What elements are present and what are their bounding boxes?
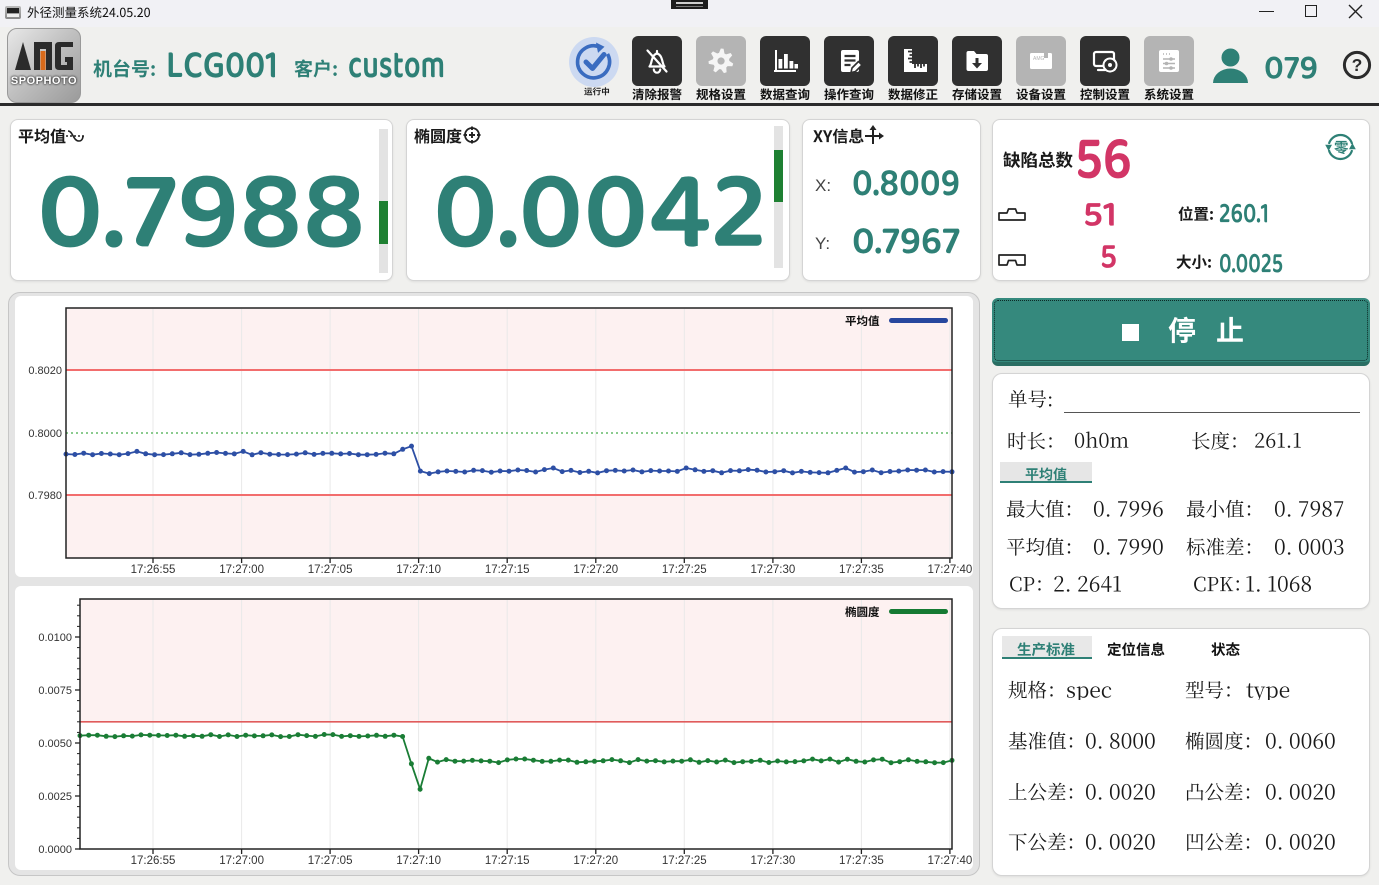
svg-text:0.7980: 0.7980 <box>28 490 62 502</box>
svg-text:?: ? <box>1352 55 1363 75</box>
svg-text:17:27:25: 17:27:25 <box>662 855 707 867</box>
svg-text:0.0050: 0.0050 <box>38 738 72 750</box>
svg-text:17:27:35: 17:27:35 <box>839 855 884 867</box>
svg-text:17:27:35: 17:27:35 <box>839 564 884 576</box>
svg-text:17:26:55: 17:26:55 <box>131 564 176 576</box>
svg-text:17:27:15: 17:27:15 <box>485 564 530 576</box>
svg-text:17:27:00: 17:27:00 <box>219 855 264 867</box>
svg-text:0.8000: 0.8000 <box>28 428 62 440</box>
svg-text:AMG: AMG <box>1033 56 1045 62</box>
svg-text:17:26:55: 17:26:55 <box>131 855 176 867</box>
svg-text:17:27:40: 17:27:40 <box>928 855 973 867</box>
svg-text:17:27:15: 17:27:15 <box>485 855 530 867</box>
svg-text:17:27:30: 17:27:30 <box>751 564 796 576</box>
svg-text:17:27:00: 17:27:00 <box>219 564 264 576</box>
svg-text:17:27:30: 17:27:30 <box>751 855 796 867</box>
svg-text:17:27:20: 17:27:20 <box>573 855 618 867</box>
svg-text:17:27:20: 17:27:20 <box>573 564 618 576</box>
svg-text:17:27:10: 17:27:10 <box>396 564 441 576</box>
svg-text:0.0100: 0.0100 <box>38 632 72 644</box>
svg-text:0.0075: 0.0075 <box>38 685 72 697</box>
svg-text:17:27:40: 17:27:40 <box>928 564 973 576</box>
svg-text:0.0000: 0.0000 <box>38 844 72 856</box>
svg-text:17:27:05: 17:27:05 <box>308 564 353 576</box>
svg-text:17:27:05: 17:27:05 <box>308 855 353 867</box>
svg-text:17:27:10: 17:27:10 <box>396 855 441 867</box>
svg-text:0.8020: 0.8020 <box>28 365 62 377</box>
svg-text:17:27:25: 17:27:25 <box>662 564 707 576</box>
svg-text:0.0025: 0.0025 <box>38 791 72 803</box>
